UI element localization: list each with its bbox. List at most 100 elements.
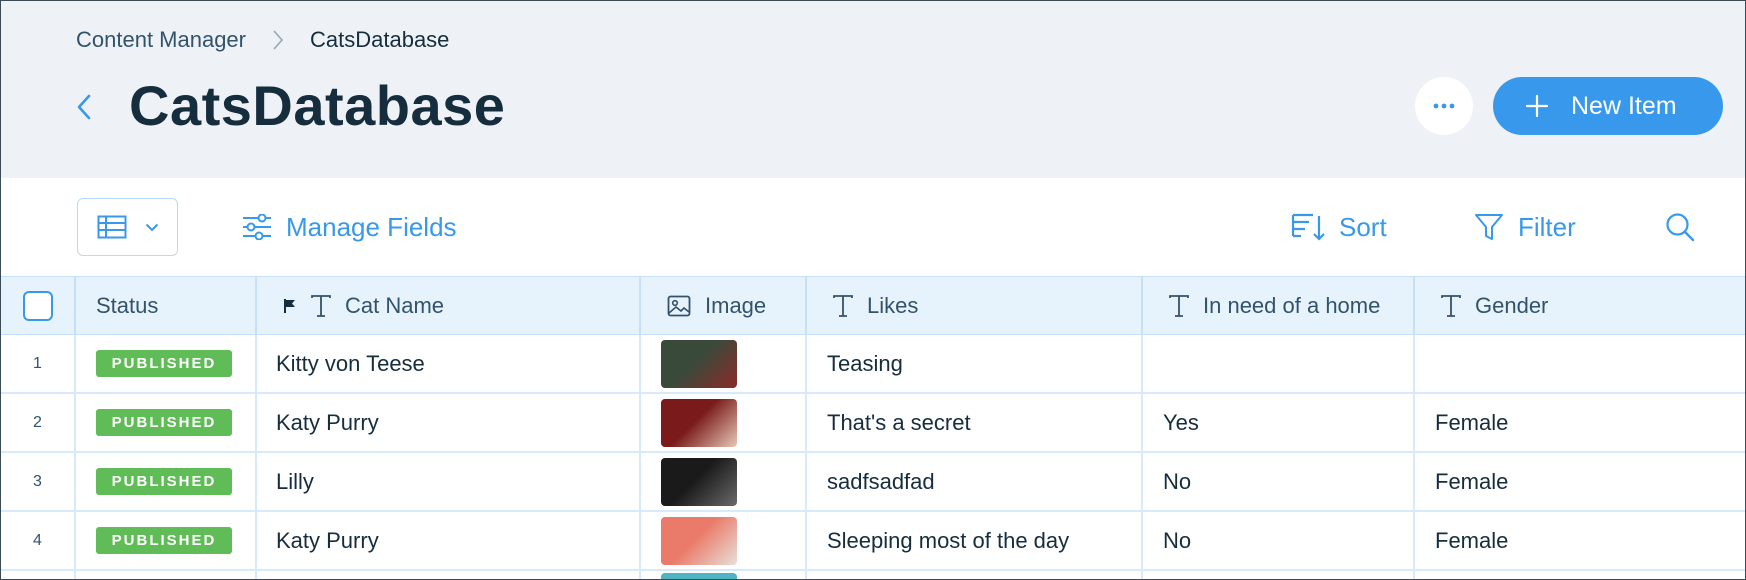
breadcrumb-root[interactable]: Content Manager [76, 27, 246, 53]
status-badge: PUBLISHED [96, 350, 232, 377]
select-all-checkbox[interactable] [22, 290, 53, 321]
back-button[interactable] [71, 89, 97, 125]
chevron-down-icon [145, 223, 158, 231]
image-cell[interactable] [641, 453, 807, 510]
items-table: Status Cat Name Image Likes In need of a… [1, 276, 1745, 579]
table-header-row: Status Cat Name Image Likes In need of a… [1, 276, 1745, 335]
image-cell [641, 571, 807, 579]
gender-cell[interactable]: Female [1415, 453, 1745, 510]
image-cell[interactable] [641, 394, 807, 451]
table-row[interactable]: 2 PUBLISHED Katy Purry That's a secret Y… [1, 394, 1745, 453]
table-row[interactable]: 4 PUBLISHED Katy Purry Sleeping most of … [1, 512, 1745, 571]
status-badge: PUBLISHED [96, 409, 232, 436]
breadcrumb: Content Manager CatsDatabase [76, 27, 449, 53]
more-actions-button[interactable] [1415, 77, 1473, 135]
cat-name-cell[interactable]: Kitty von Teese [257, 335, 641, 392]
row-number [1, 571, 76, 579]
cat-name-cell[interactable]: Katy Purry [257, 394, 641, 451]
likes-cell[interactable]: Teasing [807, 335, 1143, 392]
filter-icon [1474, 213, 1504, 241]
ellipsis-icon [1433, 103, 1455, 109]
column-header-in-need-of-a-home[interactable]: In need of a home [1143, 277, 1415, 334]
new-item-label: New Item [1571, 91, 1677, 120]
gender-cell[interactable]: Female [1415, 394, 1745, 451]
column-label: Image [705, 292, 767, 318]
likes-cell[interactable]: sadfsadfad [807, 453, 1143, 510]
view-switcher-button[interactable] [77, 198, 178, 256]
sliders-icon [242, 214, 272, 240]
cat-thumbnail [661, 339, 737, 388]
plus-icon [1525, 94, 1549, 118]
content-manager-window: Content Manager CatsDatabase CatsDatabas… [0, 0, 1746, 580]
column-header-cat-name[interactable]: Cat Name [257, 277, 641, 334]
status-cell: PUBLISHED [76, 335, 257, 392]
table-row-partial [1, 571, 1745, 579]
likes-cell [807, 571, 1143, 579]
search-icon [1665, 212, 1695, 242]
cat-thumbnail [661, 573, 737, 579]
manage-fields-label: Manage Fields [286, 211, 457, 242]
column-header-gender[interactable]: Gender [1415, 277, 1745, 334]
status-cell: PUBLISHED [76, 512, 257, 569]
column-label: Status [96, 292, 159, 318]
sort-button[interactable]: Sort [1291, 202, 1387, 252]
row-number: 2 [1, 394, 76, 451]
column-header-image[interactable]: Image [641, 277, 807, 334]
text-type-icon [833, 294, 853, 317]
new-item-button[interactable]: New Item [1493, 77, 1723, 135]
in-need-cell [1143, 571, 1415, 579]
column-label: Likes [867, 292, 919, 318]
page-title: CatsDatabase [129, 74, 506, 137]
gender-cell[interactable] [1415, 335, 1745, 392]
breadcrumb-current: CatsDatabase [310, 27, 450, 52]
chevron-right-icon [272, 29, 284, 51]
filter-button[interactable]: Filter [1474, 202, 1576, 252]
gender-cell [1415, 571, 1745, 579]
text-type-icon [1441, 294, 1461, 317]
image-type-icon [667, 295, 691, 317]
row-number: 4 [1, 512, 76, 569]
status-cell: PUBLISHED [76, 453, 257, 510]
cat-name-cell[interactable]: Katy Purry [257, 512, 641, 569]
sort-label: Sort [1339, 211, 1387, 242]
status-badge: PUBLISHED [96, 468, 232, 495]
likes-cell[interactable]: Sleeping most of the day [807, 512, 1143, 569]
table-view-icon [97, 215, 126, 239]
filter-label: Filter [1518, 211, 1576, 242]
in-need-cell[interactable]: No [1143, 512, 1415, 569]
status-badge: PUBLISHED [96, 527, 232, 554]
manage-fields-button[interactable]: Manage Fields [242, 202, 457, 252]
status-cell [76, 571, 257, 579]
column-header-likes[interactable]: Likes [807, 277, 1143, 334]
toolbar: Manage Fields Sort Filter [1, 178, 1745, 276]
column-label: Gender [1475, 292, 1549, 318]
cat-name-cell [257, 571, 641, 579]
likes-cell[interactable]: That's a secret [807, 394, 1143, 451]
gender-cell[interactable]: Female [1415, 512, 1745, 569]
image-cell[interactable] [641, 512, 807, 569]
search-button[interactable] [1665, 202, 1709, 252]
sort-icon [1291, 212, 1325, 242]
cat-thumbnail [661, 457, 737, 506]
flag-icon [283, 298, 297, 314]
page-header: Content Manager CatsDatabase CatsDatabas… [1, 1, 1745, 178]
cat-name-cell[interactable]: Lilly [257, 453, 641, 510]
text-type-icon [311, 294, 331, 317]
table-row[interactable]: 1 PUBLISHED Kitty von Teese Teasing [1, 335, 1745, 394]
cat-thumbnail [661, 398, 737, 447]
row-number: 3 [1, 453, 76, 510]
column-label: Cat Name [345, 292, 445, 318]
in-need-cell[interactable]: No [1143, 453, 1415, 510]
chevron-left-icon [77, 94, 91, 120]
column-label: In need of a home [1203, 292, 1381, 318]
status-cell: PUBLISHED [76, 394, 257, 451]
row-number: 1 [1, 335, 76, 392]
cat-thumbnail [661, 516, 737, 565]
select-all-cell [1, 277, 76, 334]
in-need-cell[interactable] [1143, 335, 1415, 392]
in-need-cell[interactable]: Yes [1143, 394, 1415, 451]
column-header-status[interactable]: Status [76, 277, 257, 334]
image-cell[interactable] [641, 335, 807, 392]
table-row[interactable]: 3 PUBLISHED Lilly sadfsadfad No Female [1, 453, 1745, 512]
text-type-icon [1169, 294, 1189, 317]
